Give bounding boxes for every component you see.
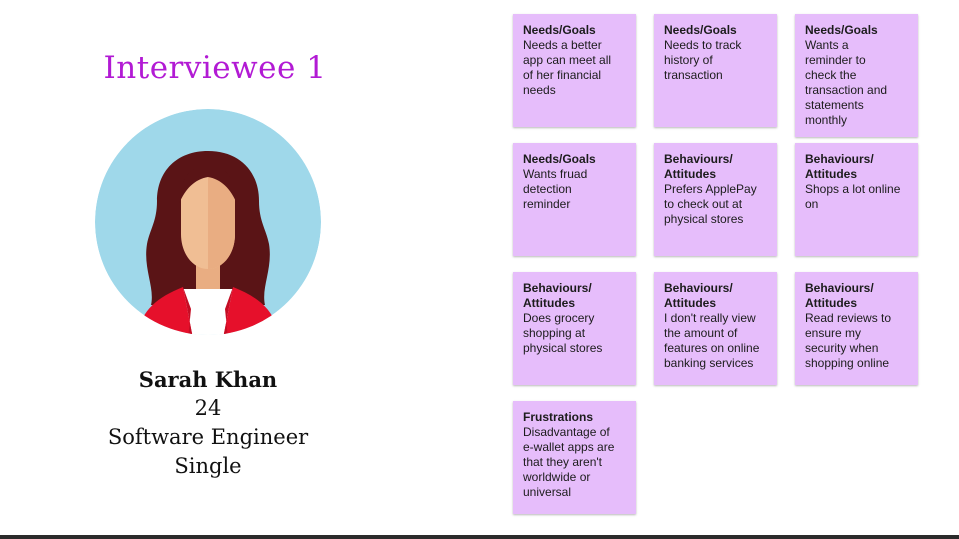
note-category: Needs/Goals (523, 23, 596, 37)
bottom-divider (0, 535, 959, 539)
profile-occupation: Software Engineer (107, 425, 309, 449)
profile-name: Sarah Khan (138, 367, 278, 392)
note-category: Frustrations (523, 410, 594, 424)
note-text: Wants fruad detection reminder (523, 167, 588, 211)
note-text: Disadvantage of e-wallet apps are that t… (523, 425, 615, 499)
sticky-note-needs-goals[interactable]: Needs/Goals Wants a reminder to check th… (795, 14, 918, 137)
note-category: Needs/Goals (664, 23, 737, 37)
note-category: Needs/Goals (523, 152, 596, 166)
profile-age: 24 (194, 396, 222, 420)
note-text: Wants a reminder to check the transactio… (805, 38, 888, 127)
note-text: Read reviews to ensure my security when … (805, 311, 892, 370)
avatar (95, 109, 321, 335)
profile-status: Single (174, 454, 242, 478)
board-canvas: Interviewee 1 Sarah Khan 24 Software Eng… (0, 0, 959, 539)
note-category: Behaviours/ Attitudes (664, 281, 733, 310)
note-text: Needs a better app can meet all of her f… (523, 38, 612, 97)
sticky-note-behaviours-attitudes[interactable]: Behaviours/ Attitudes Prefers ApplePay t… (654, 143, 777, 256)
note-text: I don't really view the amount of featur… (664, 311, 760, 370)
note-category: Behaviours/ Attitudes (523, 281, 592, 310)
note-text: Does grocery shopping at physical stores (523, 311, 603, 355)
sticky-note-behaviours-attitudes[interactable]: Behaviours/ Attitudes I don't really vie… (654, 272, 777, 385)
sticky-note-behaviours-attitudes[interactable]: Behaviours/ Attitudes Read reviews to en… (795, 272, 918, 385)
sticky-note-frustrations[interactable]: Frustrations Disadvantage of e-wallet ap… (513, 401, 636, 514)
sticky-note-needs-goals[interactable]: Needs/Goals Needs a better app can meet … (513, 14, 636, 127)
sticky-note-behaviours-attitudes[interactable]: Behaviours/ Attitudes Shops a lot online… (795, 143, 918, 256)
note-category: Behaviours/ Attitudes (805, 152, 874, 181)
sticky-note-behaviours-attitudes[interactable]: Behaviours/ Attitudes Does grocery shopp… (513, 272, 636, 385)
sticky-note-needs-goals[interactable]: Needs/Goals Needs to track history of tr… (654, 14, 777, 127)
note-category: Behaviours/ Attitudes (805, 281, 874, 310)
note-text: Prefers ApplePay to check out at physica… (664, 182, 757, 226)
note-text: Needs to track history of transaction (664, 38, 742, 82)
note-text: Shops a lot online on (805, 182, 901, 211)
note-category: Needs/Goals (805, 23, 878, 37)
profile-info: Sarah Khan 24 Software Engineer Single (95, 365, 321, 481)
sticky-note-needs-goals[interactable]: Needs/Goals Wants fruad detection remind… (513, 143, 636, 256)
note-category: Behaviours/ Attitudes (664, 152, 733, 181)
page-title: Interviewee 1 (103, 50, 327, 86)
